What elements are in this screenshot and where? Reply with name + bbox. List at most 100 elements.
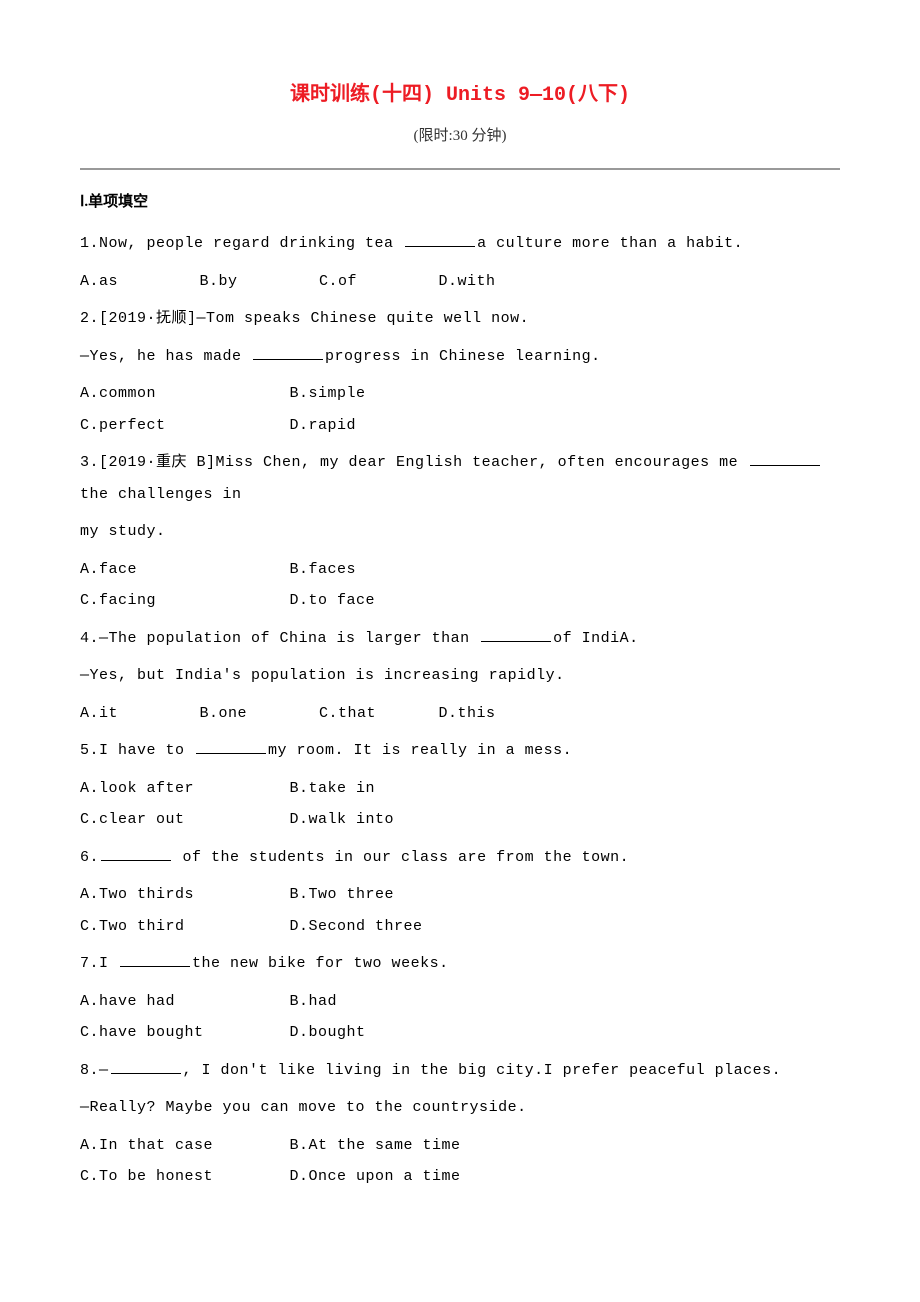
q3-pre: Miss Chen, my dear English teacher, ofte… [216, 454, 748, 471]
q1-num: 1. [80, 235, 99, 252]
q7-options-row2: C.have bought D.bought [80, 1017, 840, 1049]
q2-opt-d: D.rapid [290, 410, 490, 442]
q8-blank [111, 1059, 181, 1074]
q7-opt-b: B.had [290, 986, 490, 1018]
q2-num: 2. [80, 310, 99, 327]
q3-blank [750, 451, 820, 466]
q7-text: 7.I the new bike for two weeks. [80, 948, 840, 980]
q8-line2: —Really? Maybe you can move to the count… [80, 1092, 840, 1124]
q6-post: of the students in our class are from th… [173, 849, 629, 866]
divider [80, 168, 840, 170]
q4-options: A.it B.one C.that D.this [80, 698, 840, 730]
q3-source: [2019·重庆 B] [99, 454, 216, 471]
q8-l1-pre: — [99, 1062, 109, 1079]
q1-opt-a: A.as [80, 266, 190, 298]
q3-opt-c: C.facing [80, 585, 280, 617]
q3-line1: 3.[2019·重庆 B]Miss Chen, my dear English … [80, 447, 840, 510]
q1-opt-b: B.by [200, 266, 310, 298]
question-5: 5.I have to my room. It is really in a m… [80, 735, 840, 836]
document-title: 课时训练(十四) Units 9—10(八下) [80, 80, 840, 112]
q5-opt-c: C.clear out [80, 804, 280, 836]
q1-opt-d: D.with [439, 266, 549, 298]
q4-num: 4. [80, 630, 99, 647]
q1-blank [405, 232, 475, 247]
q3-num: 3. [80, 454, 99, 471]
q2-opt-b: B.simple [290, 378, 490, 410]
q8-opt-c: C.To be honest [80, 1161, 280, 1193]
q6-num: 6. [80, 849, 99, 866]
q8-line1: 8.— , I don't like living in the big city… [80, 1055, 840, 1087]
q6-blank [101, 846, 171, 861]
q5-text: 5.I have to my room. It is really in a m… [80, 735, 840, 767]
q1-opt-c: C.of [319, 266, 429, 298]
question-8: 8.— , I don't like living in the big city… [80, 1055, 840, 1193]
section-1-header: Ⅰ.单项填空 [80, 190, 840, 214]
q2-blank [253, 345, 323, 360]
q3-opt-d: D.to face [290, 585, 490, 617]
question-4: 4.—The population of China is larger tha… [80, 623, 840, 730]
q2-opt-a: A.common [80, 378, 280, 410]
q6-options-row1: A.Two thirds B.Two three [80, 879, 840, 911]
question-6: 6. of the students in our class are from… [80, 842, 840, 943]
q5-post: my room. It is really in a mess. [268, 742, 572, 759]
q2-line1: 2.[2019·抚顺]—Tom speaks Chinese quite wel… [80, 303, 840, 335]
q3-options-row2: C.facing D.to face [80, 585, 840, 617]
time-limit: (限时:30 分钟) [80, 124, 840, 148]
q6-opt-a: A.Two thirds [80, 879, 280, 911]
q5-num: 5. [80, 742, 99, 759]
q4-opt-a: A.it [80, 698, 190, 730]
q4-opt-b: B.one [200, 698, 310, 730]
q5-opt-a: A.look after [80, 773, 280, 805]
q2-l2-post: progress in Chinese learning. [325, 348, 601, 365]
q4-blank [481, 627, 551, 642]
q2-l1: —Tom speaks Chinese quite well now. [197, 310, 530, 327]
q8-opt-a: A.In that case [80, 1130, 280, 1162]
q4-opt-c: C.that [319, 698, 429, 730]
q6-opt-c: C.Two third [80, 911, 280, 943]
q1-options: A.as B.by C.of D.with [80, 266, 840, 298]
q6-opt-b: B.Two three [290, 879, 490, 911]
q1-post: a culture more than a habit. [477, 235, 743, 252]
q4-line1: 4.—The population of China is larger tha… [80, 623, 840, 655]
q7-post: the new bike for two weeks. [192, 955, 449, 972]
q3-opt-b: B.faces [290, 554, 490, 586]
q8-opt-b: B.At the same time [290, 1130, 490, 1162]
q5-pre: I have to [99, 742, 194, 759]
q8-options-row2: C.To be honest D.Once upon a time [80, 1161, 840, 1193]
q7-opt-d: D.bought [290, 1017, 490, 1049]
q2-opt-c: C.perfect [80, 410, 280, 442]
q5-opt-d: D.walk into [290, 804, 490, 836]
q2-options-row1: A.common B.simple [80, 378, 840, 410]
q5-blank [196, 739, 266, 754]
question-1: 1.Now, people regard drinking tea a cult… [80, 228, 840, 297]
q6-options-row2: C.Two third D.Second three [80, 911, 840, 943]
q5-opt-b: B.take in [290, 773, 490, 805]
q4-opt-d: D.this [439, 698, 549, 730]
q4-l1-post: of IndiA. [553, 630, 639, 647]
question-1-text: 1.Now, people regard drinking tea a cult… [80, 228, 840, 260]
q8-opt-d: D.Once upon a time [290, 1161, 490, 1193]
question-3: 3.[2019·重庆 B]Miss Chen, my dear English … [80, 447, 840, 617]
q2-line2: —Yes, he has made progress in Chinese le… [80, 341, 840, 373]
q8-num: 8. [80, 1062, 99, 1079]
question-7: 7.I the new bike for two weeks. A.have h… [80, 948, 840, 1049]
question-2: 2.[2019·抚顺]—Tom speaks Chinese quite wel… [80, 303, 840, 441]
q2-l2-pre: —Yes, he has made [80, 348, 251, 365]
q4-line2: —Yes, but India's population is increasi… [80, 660, 840, 692]
q2-options-row2: C.perfect D.rapid [80, 410, 840, 442]
q8-options-row1: A.In that case B.At the same time [80, 1130, 840, 1162]
q1-pre: Now, people regard drinking tea [99, 235, 403, 252]
q3-opt-a: A.face [80, 554, 280, 586]
q3-options-row1: A.face B.faces [80, 554, 840, 586]
q8-l1-post: , I don't like living in the big city.I … [183, 1062, 782, 1079]
q7-pre: I [99, 955, 118, 972]
q7-options-row1: A.have had B.had [80, 986, 840, 1018]
q6-opt-d: D.Second three [290, 911, 490, 943]
q5-options-row2: C.clear out D.walk into [80, 804, 840, 836]
q3-post: the challenges in [80, 486, 242, 503]
q2-source: [2019·抚顺] [99, 310, 197, 327]
q5-options-row1: A.look after B.take in [80, 773, 840, 805]
q7-blank [120, 952, 190, 967]
q4-l1-pre: —The population of China is larger than [99, 630, 479, 647]
q7-opt-a: A.have had [80, 986, 280, 1018]
